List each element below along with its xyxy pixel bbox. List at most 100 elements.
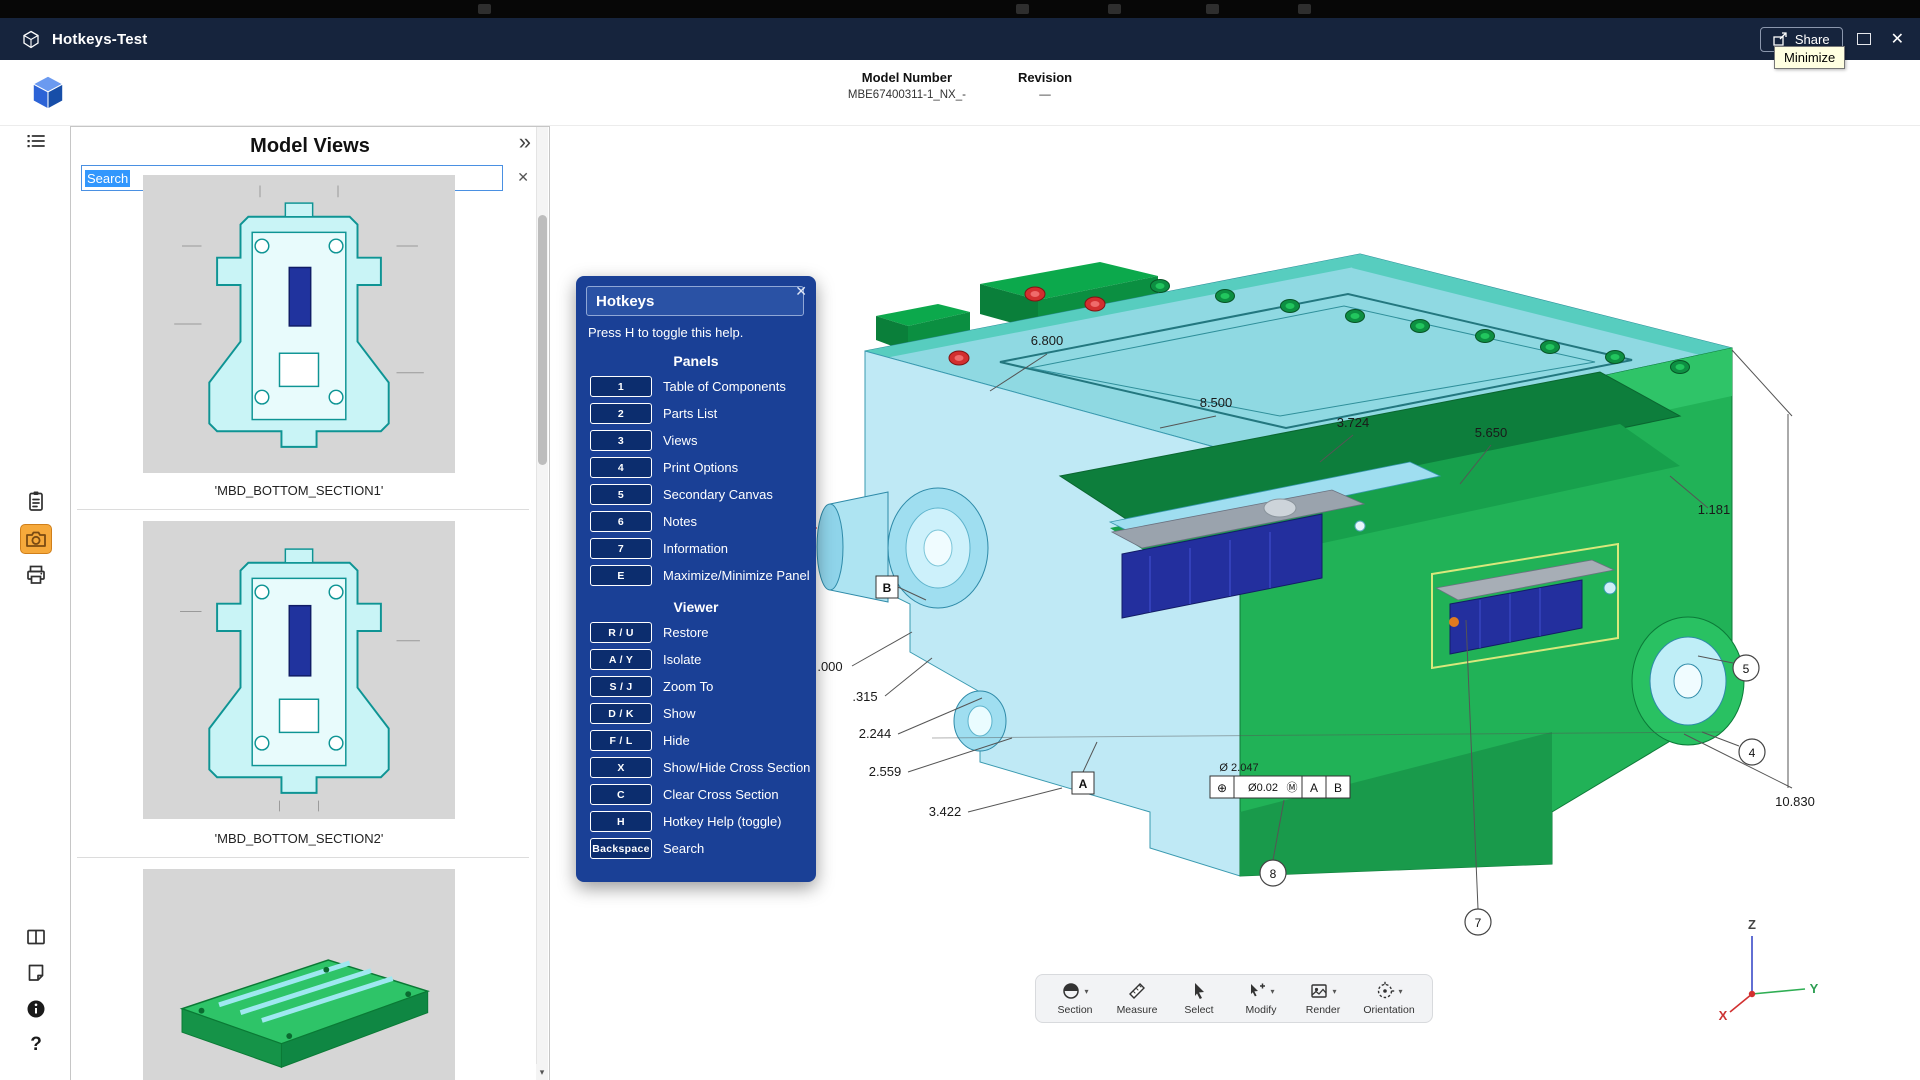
thumbnail-label: 'MBD_BOTTOM_SECTION2' xyxy=(71,831,527,846)
dimension-label: 2.244 xyxy=(859,726,892,741)
hotkey-row: A / YIsolate xyxy=(576,649,816,670)
balloon-callout: 5 xyxy=(1733,655,1759,681)
svg-text:4: 4 xyxy=(1749,746,1756,760)
share-label: Share xyxy=(1795,32,1830,47)
balloon-callout: 7 xyxy=(1465,909,1491,935)
toolbar-button-render[interactable]: ▾ Render xyxy=(1294,981,1352,1016)
maximize-button[interactable] xyxy=(1857,33,1871,45)
key-badge: 6 xyxy=(590,511,652,532)
menu-list-icon[interactable] xyxy=(20,126,52,156)
svg-text:8: 8 xyxy=(1270,867,1277,881)
hotkeys-panel: ✕ Hotkeys Press H to toggle this help. P… xyxy=(576,276,816,882)
hotkey-row: R / URestore xyxy=(576,622,816,643)
toolbar-button-select[interactable]: Select xyxy=(1170,981,1228,1016)
section-icon xyxy=(1061,981,1081,1001)
search-selected-text: Search xyxy=(85,170,130,187)
key-badge: H xyxy=(590,811,652,832)
hotkeys-close-icon[interactable]: ✕ xyxy=(795,283,807,300)
model-view-thumbnail[interactable] xyxy=(143,869,455,1080)
close-icon[interactable]: ✕ xyxy=(1885,29,1910,49)
share-icon xyxy=(1773,32,1788,46)
parts-list-icon[interactable] xyxy=(20,486,52,516)
dimension-label: 8.500 xyxy=(1200,395,1233,410)
key-badge: 4 xyxy=(590,457,652,478)
hotkeys-title: Hotkeys xyxy=(586,286,804,316)
snapshot-camera-icon[interactable] xyxy=(20,524,52,554)
toolbar-button-measure[interactable]: Measure xyxy=(1108,981,1166,1016)
desktop-icon xyxy=(1016,4,1029,14)
model-number-value: MBE67400311-1_NX_- xyxy=(848,89,966,101)
hotkey-row: XShow/Hide Cross Section xyxy=(576,757,816,778)
key-badge: 7 xyxy=(590,538,652,559)
datum-flag: A xyxy=(1072,772,1094,794)
hotkey-row: F / LHide xyxy=(576,730,816,751)
app-header: Model Number MBE67400311-1_NX_- Revision… xyxy=(0,60,1920,126)
hotkey-row: 5Secondary Canvas xyxy=(576,484,816,505)
svg-text:B: B xyxy=(883,581,892,595)
axes-triad-gizmo[interactable]: Z Y X xyxy=(1710,916,1830,1036)
dimension-label: 1.181 xyxy=(1698,502,1731,517)
dropdown-caret-icon: ▾ xyxy=(1398,987,1402,996)
gdt-datum-b: B xyxy=(1334,781,1342,795)
panel-title: Model Views xyxy=(71,135,549,158)
scroll-down-icon[interactable]: ▾ xyxy=(536,1064,548,1080)
dimension-label: Ø 2.047 xyxy=(1219,762,1258,774)
brand-logo-icon xyxy=(28,73,68,118)
toolbar-button-orientation[interactable]: ▾ Orientation xyxy=(1356,981,1422,1016)
dimension-label: 2.559 xyxy=(869,764,902,779)
key-badge: R / U xyxy=(590,622,652,643)
notes-icon[interactable] xyxy=(20,958,52,988)
info-icon[interactable] xyxy=(20,994,52,1024)
key-badge: E xyxy=(590,565,652,586)
hotkey-row: 7Information xyxy=(576,538,816,559)
hotkey-row: CClear Cross Section xyxy=(576,784,816,805)
render-icon xyxy=(1309,981,1329,1001)
feature-control-frame: ⊕ Ø0.02 Ⓜ A B xyxy=(1210,776,1350,798)
divider xyxy=(77,857,529,858)
key-badge: S / J xyxy=(590,676,652,697)
search-clear-icon[interactable]: ✕ xyxy=(517,169,529,186)
balloon-callout: 4 xyxy=(1739,739,1765,765)
key-badge: Backspace xyxy=(590,838,652,859)
hotkeys-section-panels: Panels xyxy=(576,353,816,369)
dimension-label: 6.800 xyxy=(1031,333,1064,348)
axis-y-label: Y xyxy=(1810,981,1819,996)
key-badge: X xyxy=(590,757,652,778)
model-views-panel: Model Views » Search ✕ 'MBD_BOTTOM_SECTI… xyxy=(70,126,550,1080)
toolbar-button-modify[interactable]: ▾ Modify xyxy=(1232,981,1290,1016)
key-badge: F / L xyxy=(590,730,652,751)
key-badge: 3 xyxy=(590,430,652,451)
hotkeys-section-viewer: Viewer xyxy=(576,599,816,615)
gdt-datum-a: A xyxy=(1310,781,1318,795)
revision-value: — xyxy=(1018,89,1072,101)
key-badge: 2 xyxy=(590,403,652,424)
print-icon[interactable] xyxy=(20,560,52,590)
app-cube-icon xyxy=(22,30,40,49)
hotkey-row: BackspaceSearch xyxy=(576,838,816,859)
datum-flag: B xyxy=(876,576,898,598)
svg-text:5: 5 xyxy=(1743,662,1750,676)
desktop-icon xyxy=(1298,4,1311,14)
question-glyph: ? xyxy=(30,1034,42,1055)
key-badge: C xyxy=(590,784,652,805)
viewport-3d-canvas[interactable]: 6.800 8.500 3.724 5.650 1.181 .000 .315 … xyxy=(550,126,1920,1080)
hotkey-row: 2Parts List xyxy=(576,403,816,424)
help-question-icon[interactable]: ? xyxy=(20,1029,52,1059)
key-badge: A / Y xyxy=(590,649,652,670)
collapse-chevron-icon[interactable]: » xyxy=(519,129,531,155)
thumbnail-label: 'MBD_BOTTOM_SECTION1' xyxy=(71,483,527,498)
dropdown-caret-icon: ▾ xyxy=(1332,987,1336,996)
dimension-label: 5.650 xyxy=(1475,425,1508,440)
model-number-label: Model Number xyxy=(848,70,966,85)
scrollbar-thumb[interactable] xyxy=(538,215,547,465)
revision-label: Revision xyxy=(1018,70,1072,85)
model-3d-view[interactable]: 6.800 8.500 3.724 5.650 1.181 .000 .315 … xyxy=(680,176,1860,936)
model-view-thumbnail[interactable] xyxy=(143,521,455,819)
hotkey-row: 6Notes xyxy=(576,511,816,532)
dropdown-caret-icon: ▾ xyxy=(1084,987,1088,996)
secondary-canvas-icon[interactable] xyxy=(20,922,52,952)
select-cursor-icon xyxy=(1189,981,1209,1001)
toolbar-button-section[interactable]: ▾ Section xyxy=(1046,981,1104,1016)
dropdown-caret-icon: ▾ xyxy=(1270,987,1274,996)
model-view-thumbnail[interactable] xyxy=(143,175,455,473)
